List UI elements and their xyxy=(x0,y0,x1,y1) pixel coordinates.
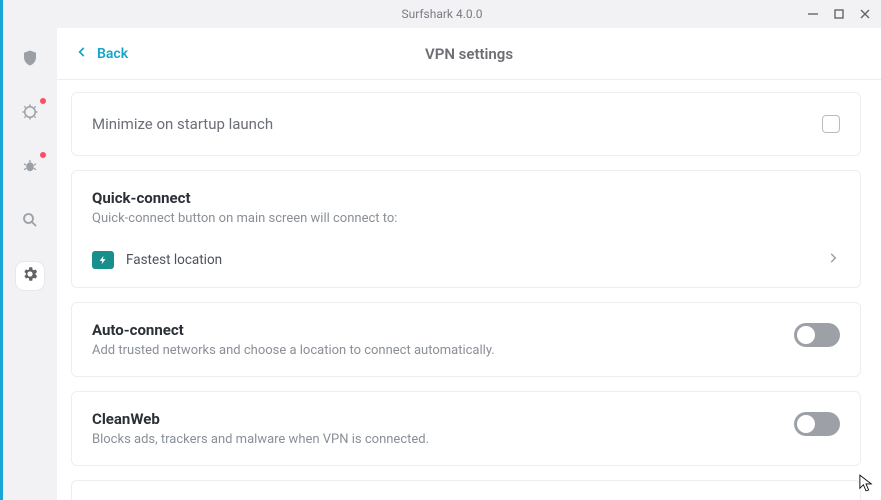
window-title: Surfshark 4.0.0 xyxy=(401,7,482,21)
sidebar-item-antivirus[interactable] xyxy=(16,154,44,182)
bug-icon xyxy=(21,157,39,179)
maximize-window-button[interactable] xyxy=(829,4,849,24)
auto-connect-toggle[interactable] xyxy=(794,323,840,347)
close-window-button[interactable] xyxy=(855,4,875,24)
auto-connect-desc: Add trusted networks and choose a locati… xyxy=(92,343,495,358)
back-label: Back xyxy=(97,46,128,62)
minimize-checkbox[interactable] xyxy=(822,115,840,133)
settings-scroll[interactable]: Minimize on startup launch Quick-connect… xyxy=(57,80,881,500)
page-title: VPN settings xyxy=(425,45,513,63)
sidebar-item-alert[interactable] xyxy=(16,100,44,128)
auto-connect-title: Auto-connect xyxy=(92,321,495,339)
titlebar: Surfshark 4.0.0 xyxy=(3,0,881,28)
chevron-left-icon xyxy=(75,45,89,63)
quick-connect-title: Quick-connect xyxy=(92,189,840,207)
notification-dot-icon xyxy=(40,98,46,104)
back-button[interactable]: Back xyxy=(75,45,128,63)
minimize-window-button[interactable] xyxy=(803,4,823,24)
search-icon xyxy=(21,211,39,233)
gear-icon xyxy=(21,265,39,287)
alert-icon xyxy=(21,103,39,125)
cleanweb-desc: Blocks ads, trackers and malware when VP… xyxy=(92,432,429,447)
minimize-on-startup-row: Minimize on startup launch xyxy=(71,92,861,156)
bolt-icon xyxy=(92,251,114,269)
auto-connect-section: Auto-connect Add trusted networks and ch… xyxy=(71,302,861,377)
chevron-right-icon xyxy=(826,250,840,269)
topbar: Back VPN settings xyxy=(57,28,881,80)
shield-icon xyxy=(21,49,39,71)
quick-connect-value: Fastest location xyxy=(126,252,222,268)
sidebar xyxy=(3,28,57,500)
cleanweb-toggle[interactable] xyxy=(794,412,840,436)
main-panel: Back VPN settings Minimize on startup la… xyxy=(57,28,881,500)
notification-dot-icon xyxy=(40,152,46,158)
sidebar-item-settings[interactable] xyxy=(16,262,44,290)
window-controls xyxy=(803,0,875,28)
sidebar-item-vpn[interactable] xyxy=(16,46,44,74)
quick-connect-desc: Quick-connect button on main screen will… xyxy=(92,211,840,226)
quick-connect-section: Quick-connect Quick-connect button on ma… xyxy=(71,170,861,288)
sidebar-item-search[interactable] xyxy=(16,208,44,236)
cleanweb-section: CleanWeb Blocks ads, trackers and malwar… xyxy=(71,391,861,466)
cleanweb-title: CleanWeb xyxy=(92,410,429,428)
quick-connect-value-row[interactable]: Fastest location xyxy=(92,250,840,269)
minimize-label: Minimize on startup launch xyxy=(92,115,273,133)
kill-switch-section: Kill Switch Disables internet to keep da… xyxy=(71,480,861,500)
